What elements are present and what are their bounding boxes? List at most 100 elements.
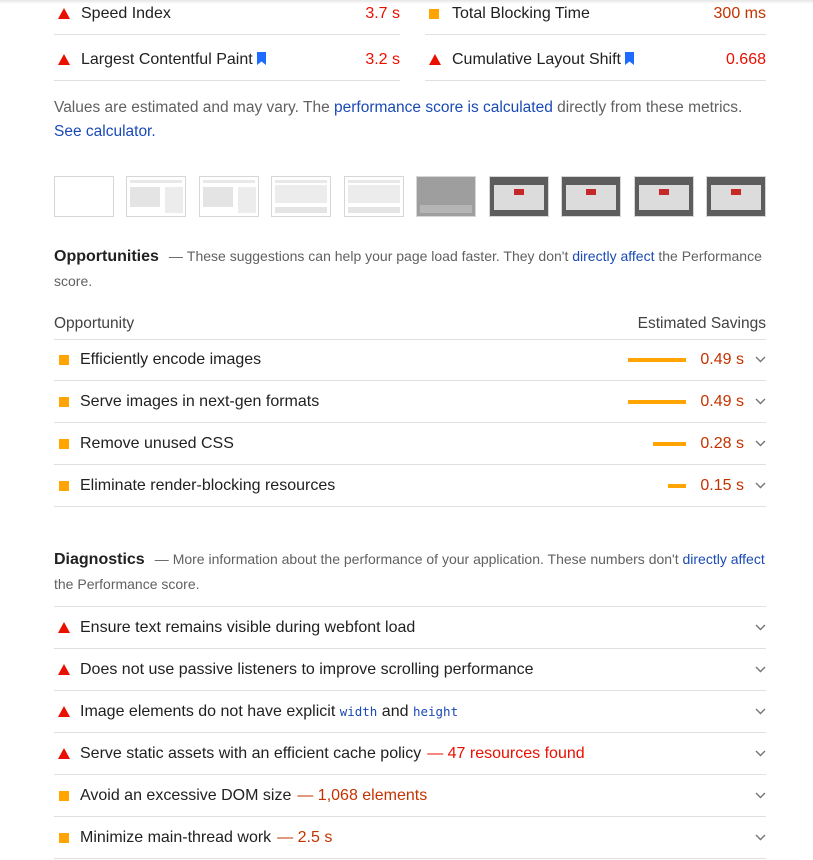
- diagnostic-label: Serve static assets with an efficient ca…: [80, 744, 422, 762]
- savings-value: 0.49 s: [700, 350, 744, 368]
- average-square-icon: [54, 354, 80, 365]
- diagnostic-row[interactable]: Does not use passive listeners to improv…: [54, 649, 766, 691]
- savings-bar: [628, 357, 686, 362]
- metric-value: 3.2 s: [365, 50, 400, 68]
- opportunity-label: Eliminate render-blocking resources: [80, 476, 336, 494]
- metric-cumulative-layout-shift: Cumulative Layout Shift 0.668: [425, 39, 766, 81]
- note-text: Values are estimated and may vary. The: [54, 99, 334, 116]
- opportunities-column-header: Opportunity Estimated Savings: [54, 308, 766, 340]
- chevron-down-icon[interactable]: [744, 356, 766, 363]
- diagnostic-row[interactable]: Ensure text remains visible during webfo…: [54, 607, 766, 649]
- diagnostic-row[interactable]: Image elements do not have explicit widt…: [54, 691, 766, 733]
- average-square-icon: [425, 8, 452, 19]
- chevron-down-icon[interactable]: [744, 482, 766, 489]
- metric-value: 3.7 s: [365, 4, 400, 22]
- metric-largest-contentful-paint: Largest Contentful Paint 3.2 s: [54, 39, 400, 81]
- fail-triangle-icon: [54, 706, 80, 717]
- savings-value: 0.28 s: [700, 434, 744, 452]
- diagnostic-detail: — 47 resources found: [427, 744, 585, 762]
- opportunity-row[interactable]: Eliminate render-blocking resources 0.15…: [54, 465, 766, 507]
- metric-label: Largest Contentful Paint: [81, 50, 253, 68]
- opportunity-label: Serve images in next-gen formats: [80, 392, 320, 410]
- chevron-down-icon[interactable]: [744, 398, 766, 405]
- fail-triangle-icon: [54, 664, 80, 675]
- filmstrip-frame: [343, 176, 404, 217]
- fail-triangle-icon: [54, 54, 81, 65]
- chevron-down-icon[interactable]: [744, 750, 766, 757]
- opportunities-title: Opportunities: [54, 248, 159, 265]
- opportunities-header: Opportunities — These suggestions can help…: [54, 248, 762, 289]
- chevron-down-icon[interactable]: [744, 708, 766, 715]
- code-height: height: [412, 703, 459, 719]
- opportunity-label: Efficiently encode images: [80, 350, 262, 368]
- savings-bar: [668, 483, 686, 488]
- metrics-grid: Speed Index 3.7 s Total Blocking Time 30…: [54, 0, 766, 84]
- opportunity-row[interactable]: Efficiently encode images 0.49 s: [54, 339, 766, 381]
- metric-label: Cumulative Layout Shift: [452, 50, 621, 68]
- chevron-down-icon[interactable]: [744, 440, 766, 447]
- score-calculated-link[interactable]: performance score is calculated: [334, 99, 553, 116]
- section-description: More information about the performance o…: [172, 551, 683, 567]
- diagnostic-label: Image elements do not have explicit: [80, 702, 340, 720]
- section-description: the Performance score.: [54, 576, 200, 592]
- filmstrip-frame: [488, 176, 549, 217]
- average-square-icon: [54, 396, 80, 407]
- bookmark-icon: [256, 51, 266, 65]
- metric-total-blocking-time: Total Blocking Time 300 ms: [425, 0, 766, 35]
- fail-triangle-icon: [54, 748, 80, 759]
- diagnostic-label: and: [377, 702, 413, 720]
- opportunity-row[interactable]: Remove unused CSS 0.28 s: [54, 423, 766, 465]
- code-width: width: [339, 703, 378, 719]
- performance-report: Speed Index 3.7 s Total Blocking Time 30…: [54, 0, 766, 859]
- directly-affect-link[interactable]: directly affect: [683, 551, 765, 567]
- diagnostics-header: Diagnostics — More information about the p…: [54, 551, 765, 592]
- note-text: directly from these metrics.: [552, 99, 743, 116]
- chevron-down-icon[interactable]: [744, 666, 766, 673]
- diagnostic-row[interactable]: Avoid an excessive DOM size — 1,068 eleme…: [54, 775, 766, 817]
- chevron-down-icon[interactable]: [744, 624, 766, 631]
- see-calculator-link[interactable]: See calculator.: [54, 123, 156, 140]
- filmstrip-frame: [561, 176, 622, 217]
- average-square-icon: [54, 790, 80, 801]
- savings-bar: [628, 399, 686, 404]
- savings-value: 0.49 s: [700, 392, 744, 410]
- metric-label: Speed Index: [81, 4, 171, 22]
- bookmark-icon: [624, 51, 634, 65]
- chevron-down-icon[interactable]: [744, 792, 766, 799]
- diagnostic-detail: — 1,068 elements: [297, 786, 428, 804]
- column-estimated-savings: Estimated Savings: [637, 314, 766, 332]
- directly-affect-link[interactable]: directly affect: [572, 248, 654, 264]
- filmstrip-frame: [705, 176, 766, 217]
- filmstrip-frame: [54, 176, 114, 217]
- opportunity-label: Remove unused CSS: [80, 434, 234, 452]
- filmstrip-frame: [198, 176, 259, 217]
- section-description: These suggestions can help your page loa…: [186, 248, 573, 264]
- diagnostic-label: Ensure text remains visible during webfo…: [80, 618, 416, 636]
- savings-value: 0.15 s: [700, 476, 744, 494]
- opportunity-row[interactable]: Serve images in next-gen formats 0.49 s: [54, 381, 766, 423]
- column-opportunity: Opportunity: [54, 314, 135, 332]
- diagnostic-detail: — 2.5 s: [277, 828, 333, 846]
- diagnostics-title: Diagnostics: [54, 551, 145, 568]
- filmstrip-frame: [271, 176, 332, 217]
- filmstrip: [54, 176, 766, 218]
- metric-value: 300 ms: [713, 4, 766, 22]
- diagnostic-row[interactable]: Minimize main-thread work — 2.5 s: [54, 817, 766, 859]
- savings-bar: [653, 441, 686, 446]
- fail-triangle-icon: [54, 622, 80, 633]
- average-square-icon: [54, 480, 80, 491]
- chevron-down-icon[interactable]: [744, 834, 766, 841]
- filmstrip-frame: [126, 176, 187, 217]
- filmstrip-frame: [416, 176, 477, 217]
- diagnostic-label: Avoid an excessive DOM size: [80, 786, 292, 804]
- metric-label: Total Blocking Time: [452, 4, 590, 22]
- diagnostic-row[interactable]: Serve static assets with an efficient ca…: [54, 733, 766, 775]
- average-square-icon: [54, 438, 80, 449]
- diagnostic-label: Minimize main-thread work: [80, 828, 272, 846]
- filmstrip-frame: [633, 176, 694, 217]
- average-square-icon: [54, 832, 80, 843]
- fail-triangle-icon: [425, 54, 452, 65]
- metrics-note: Values are estimated and may vary. The p…: [54, 96, 766, 144]
- fail-triangle-icon: [54, 8, 81, 19]
- diagnostic-label: Does not use passive listeners to improv…: [80, 660, 534, 678]
